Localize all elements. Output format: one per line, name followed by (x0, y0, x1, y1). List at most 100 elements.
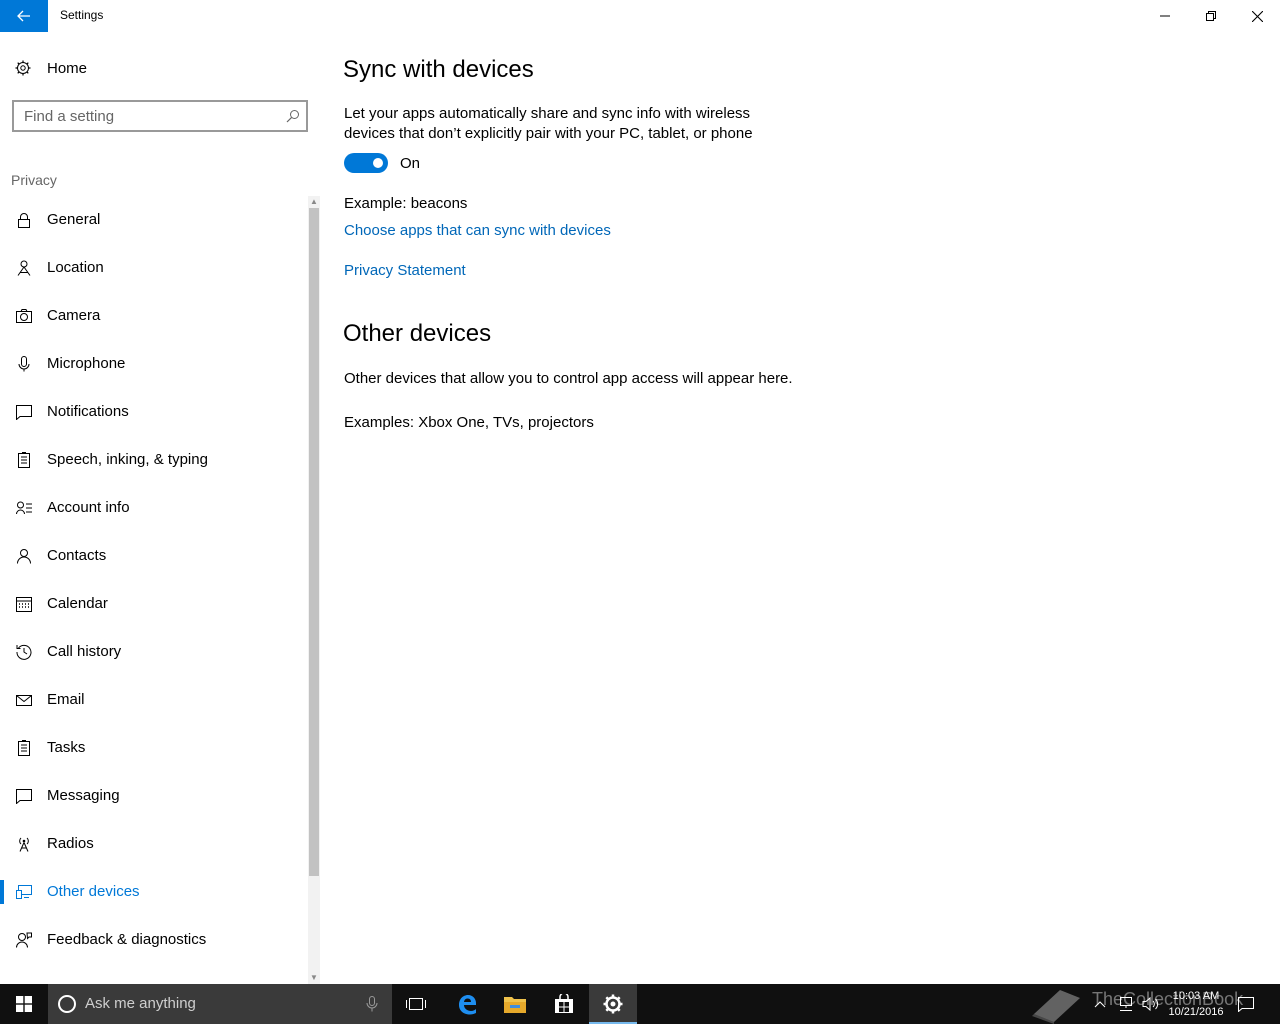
sidebar-item-label: Camera (47, 307, 101, 324)
sidebar-item-account-info[interactable]: Account info (0, 484, 306, 532)
sidebar-item-messaging[interactable]: Messaging (0, 772, 306, 820)
cortana-search-box[interactable]: Ask me anything (48, 984, 392, 1024)
search-icon (286, 110, 299, 123)
cortana-icon (58, 995, 76, 1013)
sidebar-item-label: Microphone (47, 355, 126, 372)
sidebar-item-label: Account info (47, 499, 130, 516)
network-button[interactable] (1118, 984, 1134, 1024)
close-button[interactable] (1234, 0, 1280, 32)
sidebar-item-label: Email (47, 691, 85, 708)
sidebar-item-speech[interactable]: Speech, inking, & typing (0, 436, 306, 484)
sidebar-scrollbar[interactable]: ▲ ▼ (308, 196, 320, 984)
sidebar-item-contacts[interactable]: Contacts (0, 532, 306, 580)
gear-icon (603, 994, 623, 1014)
other-devices-examples: Examples: Xbox One, TVs, projectors (344, 414, 594, 431)
sidebar-item-label: Feedback & diagnostics (47, 931, 207, 948)
sidebar-item-label: Speech, inking, & typing (47, 451, 208, 468)
sidebar-item-camera[interactable]: Camera (0, 292, 306, 340)
sync-heading: Sync with devices (343, 56, 534, 83)
back-button[interactable] (0, 0, 48, 32)
sidebar-item-calendar[interactable]: Calendar (0, 580, 306, 628)
taskbar-clock[interactable]: 10:03 AM 10/21/2016 (1160, 988, 1232, 1020)
windows-logo-icon (16, 996, 32, 1012)
tray-chevron-button[interactable] (1094, 984, 1106, 1024)
contacts-icon (17, 549, 31, 564)
sidebar-item-microphone[interactable]: Microphone (0, 340, 306, 388)
minimize-button[interactable] (1142, 0, 1188, 32)
scroll-up-arrow-icon[interactable]: ▲ (308, 196, 320, 208)
clock-time: 10:03 AM (1172, 990, 1220, 1002)
notifications-icon (16, 405, 32, 420)
task-view-button[interactable] (392, 984, 440, 1024)
find-setting-input[interactable] (24, 106, 274, 126)
email-icon (16, 695, 32, 706)
messaging-icon (16, 789, 32, 804)
store-icon (555, 994, 573, 1013)
back-arrow-icon (17, 10, 30, 22)
sidebar-item-label: General (47, 211, 101, 228)
restore-button[interactable] (1188, 0, 1234, 32)
section-label: Privacy (11, 172, 57, 188)
cortana-placeholder: Ask me anything (85, 995, 196, 1012)
sidebar: Home Privacy General Location (0, 32, 320, 984)
sidebar-item-notifications[interactable]: Notifications (0, 388, 306, 436)
speech-icon (18, 452, 30, 468)
taskbar: Ask me anything TheCollectionBook 10:03 … (0, 984, 1280, 1024)
action-center-button[interactable] (1238, 984, 1254, 1024)
start-button[interactable] (0, 984, 48, 1024)
privacy-statement-link[interactable]: Privacy Statement (344, 262, 466, 279)
calendar-icon (16, 597, 32, 612)
sidebar-item-label: Other devices (47, 883, 140, 900)
close-icon (1251, 10, 1263, 22)
microphone-icon (18, 356, 30, 372)
gear-icon (15, 60, 31, 76)
edge-button[interactable] (443, 984, 491, 1024)
sidebar-item-label: Calendar (47, 595, 108, 612)
other-devices-heading: Other devices (343, 320, 492, 347)
sync-toggle[interactable] (344, 153, 388, 173)
edge-icon (459, 995, 476, 1015)
example-text: Example: beacons (344, 195, 468, 212)
feedback-icon (16, 932, 32, 948)
lock-icon (18, 213, 30, 228)
tasks-icon (18, 740, 30, 756)
sidebar-item-location[interactable]: Location (0, 244, 306, 292)
sidebar-item-label: Messaging (47, 787, 120, 804)
sidebar-item-call-history[interactable]: Call history (0, 628, 306, 676)
scrollbar-thumb[interactable] (309, 208, 319, 876)
file-explorer-button[interactable] (491, 984, 539, 1024)
sidebar-item-general[interactable]: General (0, 196, 306, 244)
sidebar-item-radios[interactable]: Radios (0, 820, 306, 868)
book-logo-icon (1032, 990, 1080, 1024)
window-title: Settings (60, 8, 104, 22)
camera-icon (16, 309, 32, 323)
sidebar-item-label: Call history (47, 643, 122, 660)
history-icon (16, 644, 32, 660)
home-nav-item[interactable]: Home (0, 52, 320, 84)
sidebar-item-other-devices[interactable]: Other devices (0, 868, 306, 916)
store-button[interactable] (540, 984, 588, 1024)
sidebar-item-label: Tasks (47, 739, 86, 756)
volume-button[interactable] (1142, 984, 1160, 1024)
restore-icon (1206, 11, 1216, 21)
devices-icon (16, 885, 32, 899)
sidebar-item-label: Radios (47, 835, 94, 852)
toggle-knob (373, 158, 383, 168)
sidebar-item-label: Contacts (47, 547, 107, 564)
find-setting-box[interactable] (12, 100, 308, 132)
sidebar-item-tasks[interactable]: Tasks (0, 724, 306, 772)
sidebar-item-label: Notifications (47, 403, 129, 420)
main-content: Sync with devices Let your apps automati… (320, 32, 1280, 984)
network-icon (1120, 997, 1132, 1011)
toggle-state-label: On (400, 155, 421, 172)
sidebar-item-email[interactable]: Email (0, 676, 306, 724)
privacy-nav-list: General Location Camera Microphone Notif… (0, 196, 306, 964)
microphone-icon[interactable] (366, 996, 378, 1012)
settings-taskbar-button[interactable] (589, 984, 637, 1024)
choose-apps-link[interactable]: Choose apps that can sync with devices (344, 222, 611, 239)
sidebar-item-feedback[interactable]: Feedback & diagnostics (0, 916, 306, 964)
action-center-icon (1238, 997, 1254, 1012)
sync-description-line1: Let your apps automatically share and sy… (344, 105, 751, 122)
other-devices-description: Other devices that allow you to control … (344, 370, 793, 387)
scroll-down-arrow-icon[interactable]: ▼ (308, 972, 320, 984)
